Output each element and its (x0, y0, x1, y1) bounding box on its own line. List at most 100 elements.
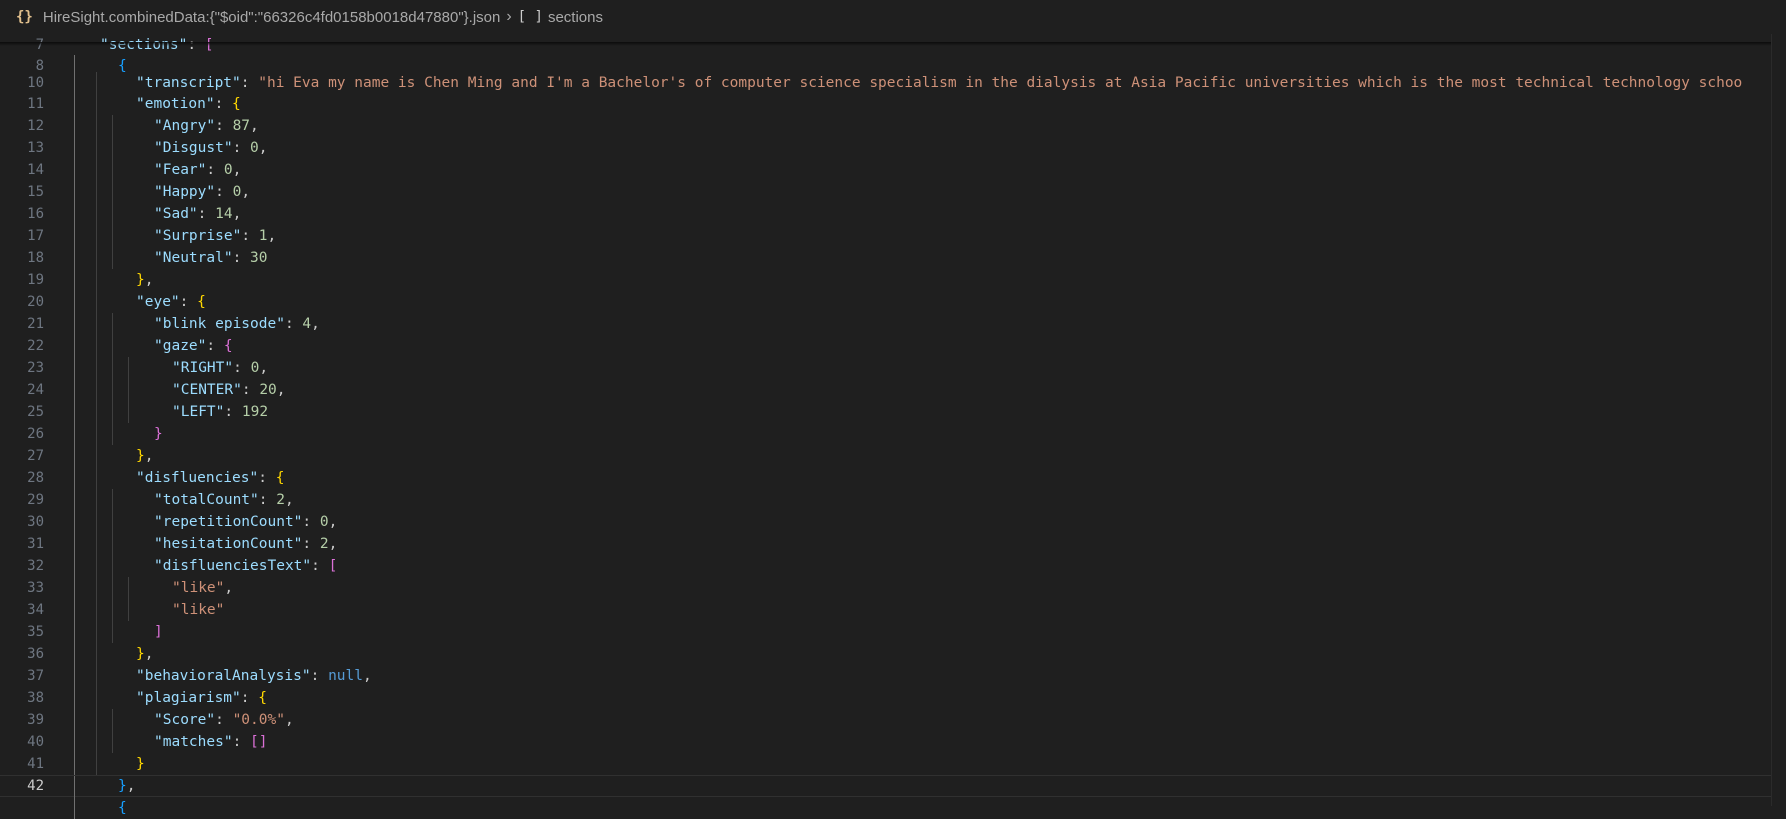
code-token: : (302, 514, 320, 530)
vertical-scrollbar[interactable] (1771, 34, 1786, 806)
code-line[interactable]: 15 "Happy": 0, (0, 181, 1786, 203)
code-token: : (214, 96, 233, 112)
code-content: }, (44, 448, 1786, 464)
code-token: } (118, 778, 127, 794)
code-line[interactable]: 21 "blink episode": 4, (0, 313, 1786, 335)
code-token: "gaze" (154, 338, 207, 354)
code-line[interactable]: 28 "disfluencies": { (0, 467, 1786, 489)
line-number: 42 (27, 778, 44, 794)
line-number: 30 (27, 514, 44, 530)
code-token: : (224, 404, 242, 420)
code-line[interactable]: 40 "matches": [] (0, 731, 1786, 753)
code-token: 30 (250, 250, 268, 266)
code-line[interactable]: 23 "RIGHT": 0, (0, 357, 1786, 379)
code-line[interactable]: 29 "totalCount": 2, (0, 489, 1786, 511)
code-token: } (154, 426, 163, 442)
code-token: "like" (172, 602, 225, 618)
code-token: [ (328, 558, 338, 574)
code-editor[interactable]: 7"sections": [8{10"transcript": "hi Eva … (0, 34, 1786, 819)
code-token: : (232, 734, 251, 750)
code-line[interactable]: 10 "transcript": "hi Eva my name is Chen … (0, 72, 1786, 94)
code-token: "hi Eva my name is Chen Ming and I'm a B… (258, 75, 1743, 91)
code-content: "hesitationCount": 2, (44, 536, 1786, 552)
code-token: , (328, 536, 338, 552)
code-line[interactable]: 25 "LEFT": 192 (0, 401, 1786, 423)
json-file-icon: {} (16, 9, 33, 25)
code-line[interactable]: 41} (0, 753, 1786, 775)
code-line[interactable]: 37 "behavioralAnalysis": null, (0, 665, 1786, 687)
code-line[interactable]: 19}, (0, 269, 1786, 291)
code-content: "disfluenciesText": [ (44, 558, 1786, 574)
code-content: "transcript": "hi Eva my name is Chen Mi… (44, 75, 1786, 91)
code-content: } (44, 756, 1786, 772)
code-token: : (232, 140, 251, 156)
code-content: "RIGHT": 0, (44, 360, 1786, 376)
line-number: 40 (27, 734, 44, 750)
code-token: , (258, 140, 268, 156)
code-content: "like" (44, 602, 1786, 618)
code-token: "0.0%" (232, 712, 285, 728)
breadcrumb-file[interactable]: HireSight.combinedData:{"$oid":"66326c4f… (43, 9, 500, 26)
code-line[interactable]: 24 "CENTER": 20, (0, 379, 1786, 401)
code-token: "plagiarism" (136, 690, 241, 706)
line-number: 23 (27, 360, 44, 376)
code-line[interactable]: 32 "disfluenciesText": [ (0, 555, 1786, 577)
code-line[interactable]: 26} (0, 423, 1786, 445)
code-token: ] (154, 624, 163, 640)
code-line[interactable]: 30 "repetitionCount": 0, (0, 511, 1786, 533)
code-line[interactable]: 38 "plagiarism": { (0, 687, 1786, 709)
code-line[interactable]: 12 "Angry": 87, (0, 115, 1786, 137)
code-token: "like" (172, 580, 225, 596)
code-token: { (197, 294, 206, 310)
code-token: "LEFT" (172, 404, 225, 420)
code-line[interactable]: 31 "hesitationCount": 2, (0, 533, 1786, 555)
breadcrumb-section[interactable]: sections (548, 9, 603, 26)
code-line[interactable]: 11 "emotion": { (0, 93, 1786, 115)
code-token: , (144, 646, 154, 662)
code-line[interactable]: 22 "gaze": { (0, 335, 1786, 357)
code-content: "Score": "0.0%", (44, 712, 1786, 728)
code-token: : (206, 162, 224, 178)
code-token: 20 (259, 382, 277, 398)
code-line[interactable]: 33 "like", (0, 577, 1786, 599)
code-token: { (118, 800, 127, 816)
code-line[interactable]: 18 "Neutral": 30 (0, 247, 1786, 269)
code-line[interactable]: 35] (0, 621, 1786, 643)
code-line[interactable]: 17 "Surprise": 1, (0, 225, 1786, 247)
code-content: { (44, 800, 1786, 816)
code-line[interactable]: 39 "Score": "0.0%", (0, 709, 1786, 731)
code-token: "blink episode" (154, 316, 285, 332)
code-content: "gaze": { (44, 338, 1786, 354)
code-content: "Happy": 0, (44, 184, 1786, 200)
code-token: 1 (258, 228, 268, 244)
code-token: "transcript" (136, 75, 241, 91)
code-token: "repetitionCount" (154, 514, 303, 530)
line-number: 24 (27, 382, 44, 398)
line-number: 26 (27, 426, 44, 442)
code-token: "disfluenciesText" (154, 558, 312, 574)
code-line[interactable]: { (0, 797, 1786, 819)
code-token: , (311, 316, 320, 332)
code-line[interactable]: 36}, (0, 643, 1786, 665)
code-token: , (284, 492, 294, 508)
line-number: 13 (27, 140, 44, 156)
code-line[interactable]: 13 "Disgust": 0, (0, 137, 1786, 159)
code-line[interactable]: 16 "Sad": 14, (0, 203, 1786, 225)
line-number: 19 (27, 272, 44, 288)
code-line[interactable]: 27}, (0, 445, 1786, 467)
code-line[interactable]: 14 "Fear": 0, (0, 159, 1786, 181)
code-token: , (328, 514, 338, 530)
line-number: 21 (27, 316, 44, 332)
code-token: } (136, 448, 145, 464)
code-token: "Happy" (154, 184, 216, 200)
code-token: : (241, 382, 260, 398)
code-token: , (276, 382, 286, 398)
code-line[interactable]: 34 "like" (0, 599, 1786, 621)
code-content: "plagiarism": { (44, 690, 1786, 706)
code-token: : (240, 690, 259, 706)
code-token: "Fear" (154, 162, 207, 178)
code-line[interactable]: 42}, (0, 775, 1786, 798)
code-line[interactable]: 20 "eye": { (0, 291, 1786, 313)
code-token: , (224, 580, 234, 596)
line-number: 12 (27, 118, 44, 134)
